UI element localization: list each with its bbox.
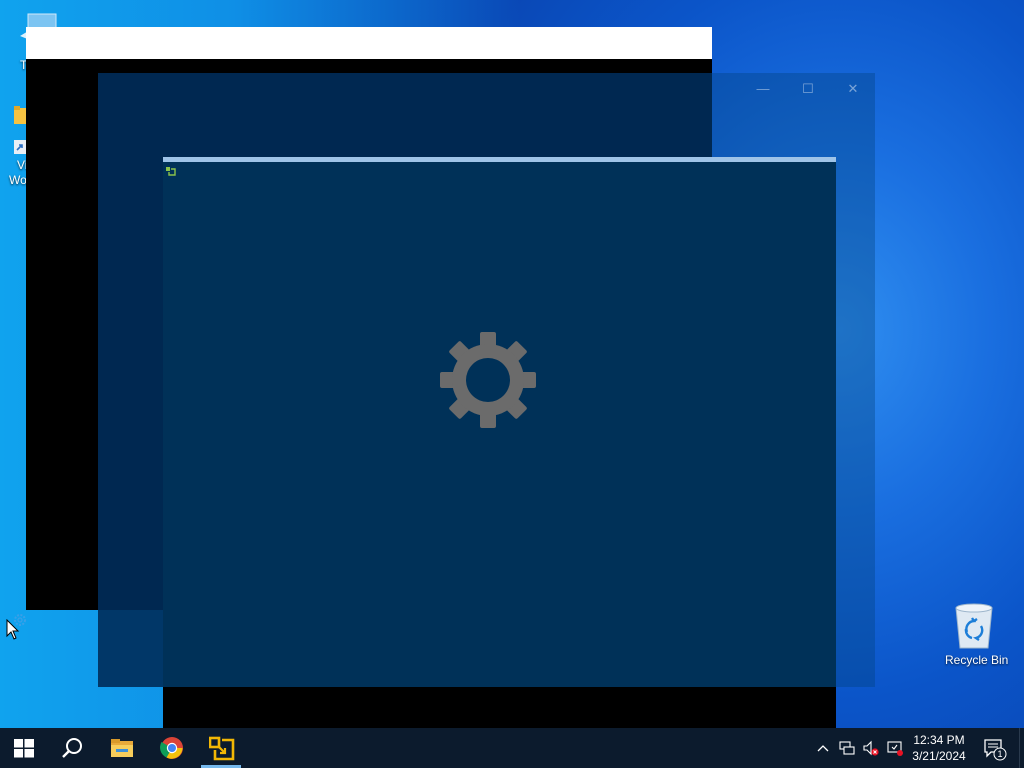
mouse-cursor-icon	[6, 619, 20, 640]
show-desktop-button[interactable]	[1019, 728, 1024, 768]
close-button[interactable]: ✕	[836, 79, 870, 99]
desktop-icon-label: Recycle Bin	[945, 653, 1009, 667]
taskbar: 12:34 PM 3/21/2024 1	[0, 728, 1024, 768]
search-button[interactable]	[48, 728, 96, 768]
app-button[interactable]	[197, 728, 245, 768]
loading-window[interactable]	[163, 157, 836, 730]
network-icon[interactable]	[839, 740, 855, 756]
folder-icon	[14, 106, 26, 124]
clock-date: 3/21/2024	[912, 749, 966, 763]
volume-muted-icon[interactable]	[863, 740, 879, 756]
chrome-icon	[160, 737, 183, 759]
clock[interactable]: 12:34 PM 3/21/2024	[900, 732, 978, 764]
gear-icon	[440, 332, 536, 428]
windows-logo-icon	[14, 739, 34, 758]
start-button[interactable]	[0, 728, 48, 768]
window-titlebar[interactable]	[26, 27, 712, 59]
app-icon	[209, 736, 235, 761]
desktop-icon-recycle-bin[interactable]: Recycle Bin	[944, 600, 1010, 670]
app-small-icon	[166, 167, 176, 176]
recycle-bin-icon	[955, 603, 993, 649]
chevron-up-icon[interactable]	[815, 740, 831, 756]
minimize-button[interactable]: —	[746, 79, 780, 99]
clock-time: 12:34 PM	[913, 733, 965, 747]
folder-icon	[111, 739, 133, 757]
maximize-button[interactable]: ☐	[791, 79, 825, 99]
chrome-button[interactable]	[148, 728, 196, 768]
window-content	[163, 162, 836, 687]
search-icon	[62, 738, 82, 758]
notification-center-button[interactable]: 1	[978, 728, 1018, 768]
desktop-icon-label: Wo	[9, 173, 27, 187]
desktop: T Vi Wo Recycle Bin — ☐ ✕ 12:34 PM 3/21/…	[0, 0, 1024, 768]
file-explorer-button[interactable]	[98, 728, 146, 768]
notification-count-badge: 1	[997, 749, 1003, 759]
